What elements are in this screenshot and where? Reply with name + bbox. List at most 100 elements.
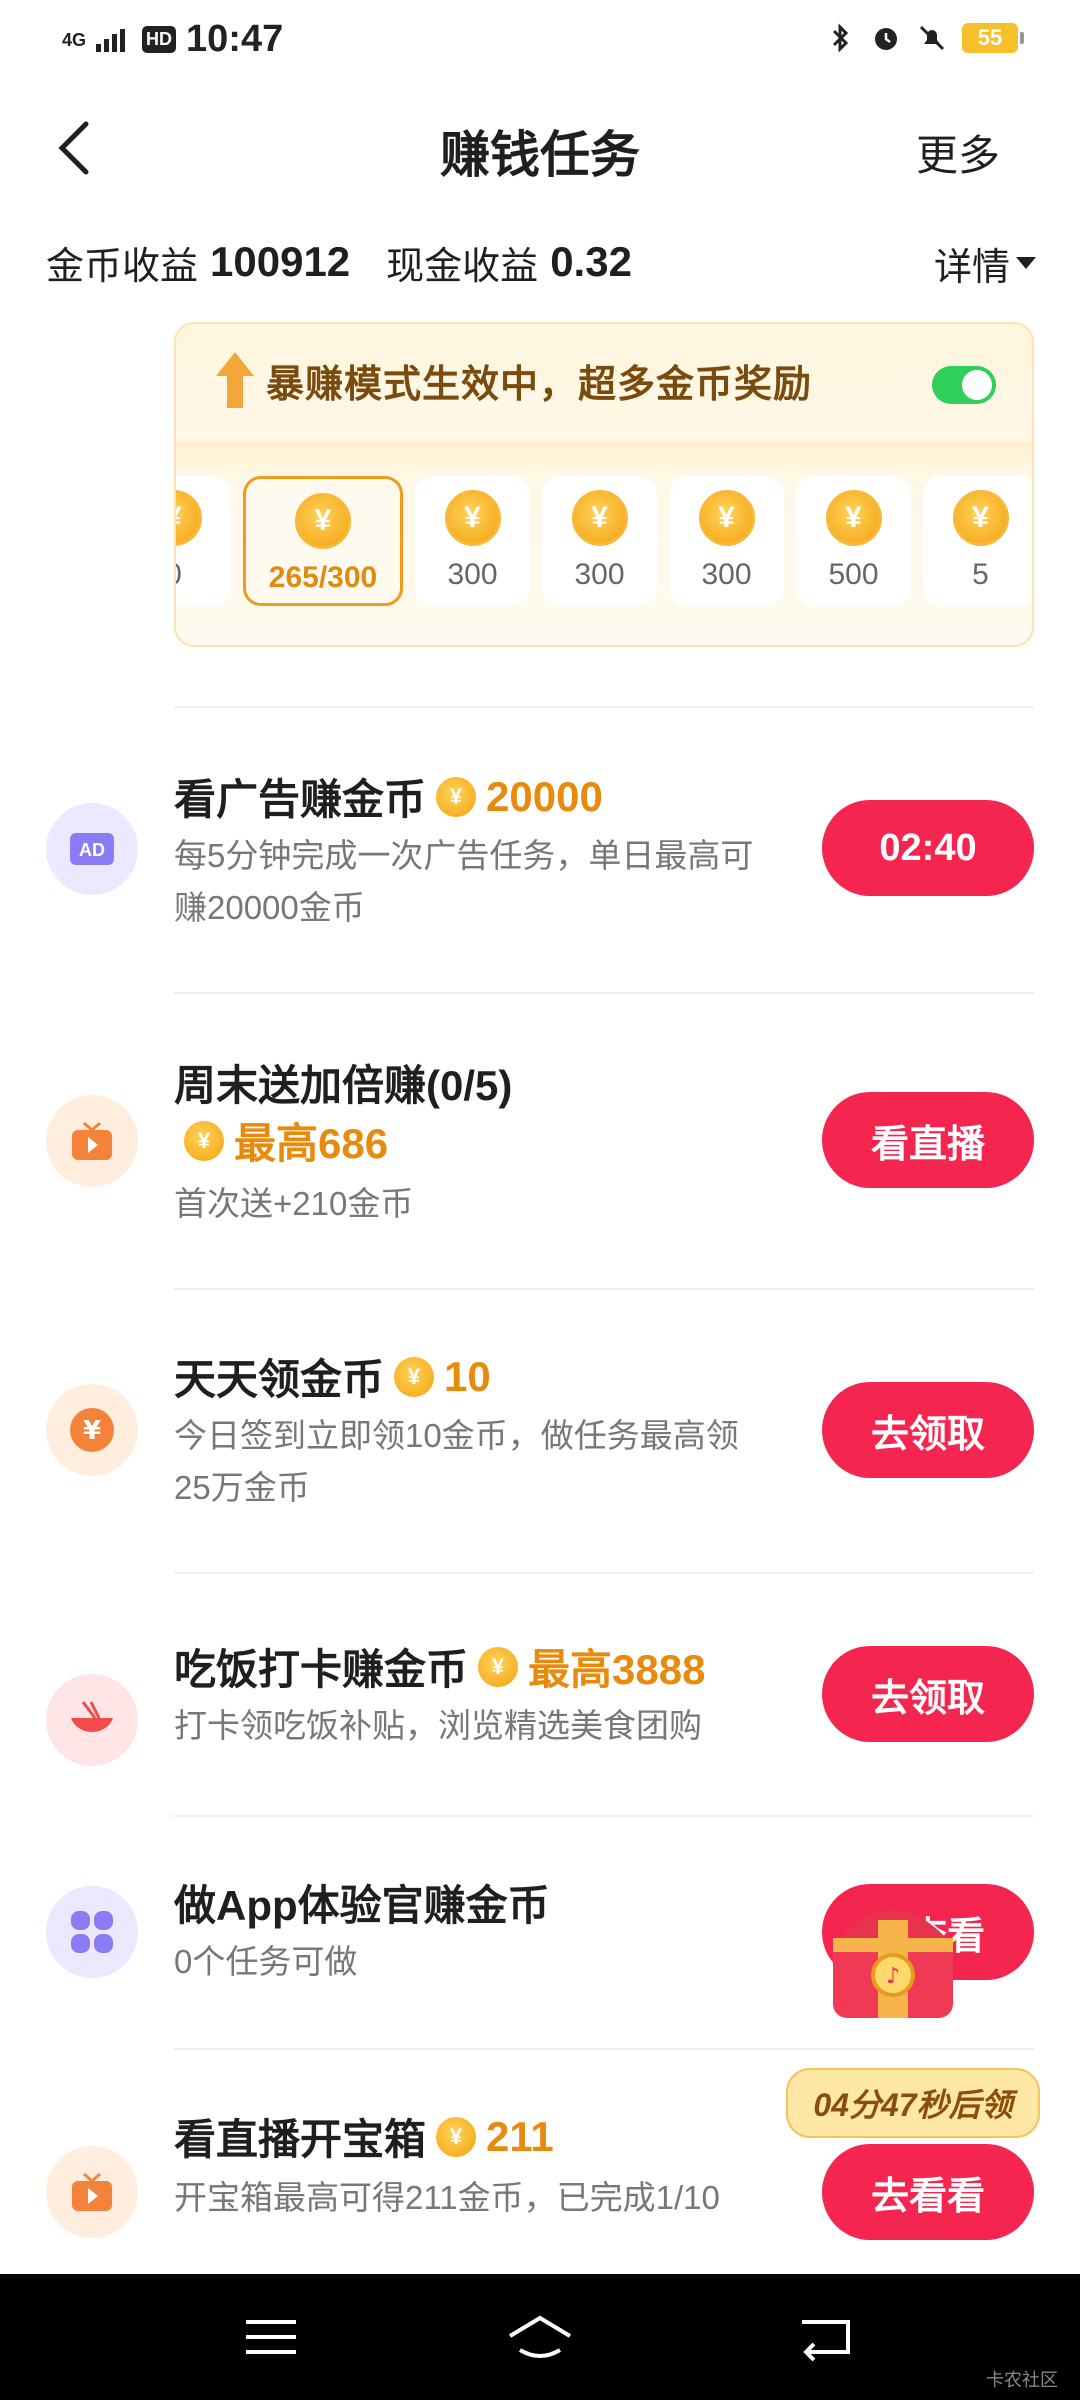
coin-reward-item[interactable]: ¥5 xyxy=(923,476,1032,606)
clock: 10:47 xyxy=(186,18,284,60)
svg-text:¥: ¥ xyxy=(83,1416,101,1446)
task-description: 0个任务可做 xyxy=(174,1943,358,1980)
task-daily-coins: ¥ 天天领金币 ¥ 10 今日签到立即领10金币，做任务最高领25万金币 去领取 xyxy=(0,1320,1080,1570)
task-title: 周末送加倍赚(0/5) xyxy=(174,1062,513,1109)
task-title-row: 天天领金币 ¥ 10 xyxy=(174,1346,491,1407)
boost-mode-card: 暴赚模式生效中，超多金币奖励 ¥0 ¥265/300 ¥300 ¥300 ¥30… xyxy=(174,322,1034,647)
system-nav-bar: 卡农社区 xyxy=(0,2274,1080,2400)
task-meal-checkin: 吃饭打卡赚金币 ¥ 最高3888 打卡领吃饭补贴，浏览精选美食团购 去领取 xyxy=(0,1610,1080,1810)
coin-reward-value: 300 xyxy=(574,558,625,591)
detail-dropdown[interactable]: 详情 xyxy=(934,236,1036,291)
task-description: 打卡领吃饭补贴，浏览精选美食团购 xyxy=(174,1707,702,1744)
claim-button[interactable]: 去领取 xyxy=(822,1382,1034,1478)
coin-reward-value: 500 xyxy=(828,558,879,591)
task-title-row: 看广告赚金币 ¥ 20000 xyxy=(174,766,603,827)
svg-text:AD: AD xyxy=(79,840,105,860)
coin-icon: ¥ xyxy=(184,1120,224,1161)
mute-icon xyxy=(919,25,945,51)
cash-earnings-value: 0.32 xyxy=(550,238,632,285)
coin-icon: ¥ xyxy=(698,490,755,546)
battery-indicator: 55 xyxy=(962,23,1024,53)
coin-reward-value: 300 xyxy=(447,558,498,591)
tv-icon xyxy=(46,2146,138,2238)
coin-icon: ¥ xyxy=(571,490,628,546)
task-reward-row: ¥ 最高686 xyxy=(184,1110,388,1171)
coin-icon: ¥ xyxy=(176,490,202,546)
earnings-summary: 金币收益 100912 现金收益 0.32 详情 xyxy=(46,230,1036,294)
coin-icon: ¥ xyxy=(952,490,1009,546)
bowl-icon xyxy=(46,1674,138,1766)
task-reward: 10 xyxy=(444,1352,491,1400)
clover-icon xyxy=(46,1886,138,1978)
task-description: 开宝箱最高可得211金币，已完成1/10 xyxy=(174,2179,720,2216)
coin-earnings-value: 100912 xyxy=(210,238,351,285)
divider xyxy=(174,992,1034,994)
task-title: 做App体验官赚金币 xyxy=(174,1882,550,1929)
chest-timer[interactable]: 04分47秒后领 xyxy=(786,2068,1040,2138)
coin-earnings-label: 金币收益 xyxy=(46,245,199,288)
coin-reward-item[interactable]: ¥500 xyxy=(796,476,911,606)
coin-icon: ¥ xyxy=(394,1356,435,1397)
divider xyxy=(174,1288,1034,1290)
divider xyxy=(174,706,1034,708)
task-description: 首次送+210金币 xyxy=(174,1185,414,1222)
coin-icon: ¥ xyxy=(436,776,477,817)
yen-icon: ¥ xyxy=(46,1384,138,1476)
task-description: 每5分钟完成一次广告任务，单日最高可赚20000金币 xyxy=(174,837,754,926)
coin-reward-item[interactable]: ¥300 xyxy=(669,476,784,606)
home-icon[interactable] xyxy=(505,2312,575,2362)
task-description: 今日签到立即领10金币，做任务最高领25万金币 xyxy=(174,1417,739,1506)
status-bar: 4G HD 10:47 55 xyxy=(0,0,1080,80)
svg-text:♪: ♪ xyxy=(886,1964,900,1989)
coin-reward-value: 300 xyxy=(701,558,752,591)
nav-bar: 赚钱任务 更多 xyxy=(0,80,1080,215)
task-reward: 最高686 xyxy=(234,1120,389,1167)
divider xyxy=(174,1572,1034,1574)
task-reward: 20000 xyxy=(486,772,603,820)
task-title: 吃饭打卡赚金币 xyxy=(174,1646,469,1693)
coin-reward-value: 265/300 xyxy=(268,561,378,594)
coin-reward-item[interactable]: ¥300 xyxy=(415,476,530,606)
back-icon[interactable] xyxy=(790,2312,860,2362)
bluetooth-icon xyxy=(832,23,849,53)
task-countdown-button[interactable]: 02:40 xyxy=(822,800,1034,896)
coin-icon: ¥ xyxy=(295,493,351,549)
coin-icon: ¥ xyxy=(436,2116,477,2157)
coin-reward-value: 0 xyxy=(176,558,182,592)
coin-reward-value: 5 xyxy=(972,558,989,591)
task-title: 看广告赚金币 xyxy=(174,776,427,823)
treasure-chest-icon[interactable]: ♪ xyxy=(818,1880,968,2030)
cash-earnings-label: 现金收益 xyxy=(386,245,539,288)
ad-icon: AD xyxy=(46,803,138,895)
coin-icon: ¥ xyxy=(825,490,882,546)
coin-reward-item[interactable]: ¥0 xyxy=(176,476,231,606)
task-title-row: 吃饭打卡赚金币 ¥ 最高3888 xyxy=(174,1636,705,1697)
menu-icon[interactable] xyxy=(236,2312,306,2362)
task-title: 天天领金币 xyxy=(174,1356,385,1403)
coin-icon: ¥ xyxy=(478,1646,519,1687)
claim-button[interactable]: 去领取 xyxy=(822,1646,1034,1742)
more-button[interactable]: 更多 xyxy=(916,122,1000,183)
coin-icon: ¥ xyxy=(444,490,501,546)
watermark: 卡农社区 xyxy=(986,2370,1058,2390)
boost-text: 暴赚模式生效中，超多金币奖励 xyxy=(266,363,813,406)
signal-indicator: 4G xyxy=(62,29,87,50)
divider xyxy=(174,2048,1034,2050)
coin-reward-item-active[interactable]: ¥265/300 xyxy=(243,476,403,606)
boost-toggle[interactable] xyxy=(932,366,996,404)
caret-down-icon xyxy=(1016,256,1036,269)
alarm-icon xyxy=(875,28,897,50)
tv-icon xyxy=(46,1095,138,1187)
task-reward: 211 xyxy=(486,2112,554,2160)
up-arrow-icon xyxy=(216,352,254,408)
watch-live-button[interactable]: 看直播 xyxy=(822,1092,1034,1188)
coin-reward-strip[interactable]: ¥0 ¥265/300 ¥300 ¥300 ¥300 ¥500 ¥5 xyxy=(176,476,1032,606)
task-watch-ads: AD 看广告赚金币 ¥ 20000 每5分钟完成一次广告任务，单日最高可赚200… xyxy=(0,740,1080,990)
coin-reward-item[interactable]: ¥300 xyxy=(542,476,657,606)
task-title-row: 看直播开宝箱 ¥ 211 xyxy=(174,2106,554,2167)
task-weekend-double: 周末送加倍赚(0/5) ¥ 最高686 首次送+210金币 看直播 xyxy=(0,1030,1080,1290)
hd-badge: HD xyxy=(142,26,177,53)
divider xyxy=(174,1815,1034,1817)
watch-button[interactable]: 去看看 xyxy=(822,2144,1034,2240)
task-reward: 最高3888 xyxy=(528,1646,706,1693)
